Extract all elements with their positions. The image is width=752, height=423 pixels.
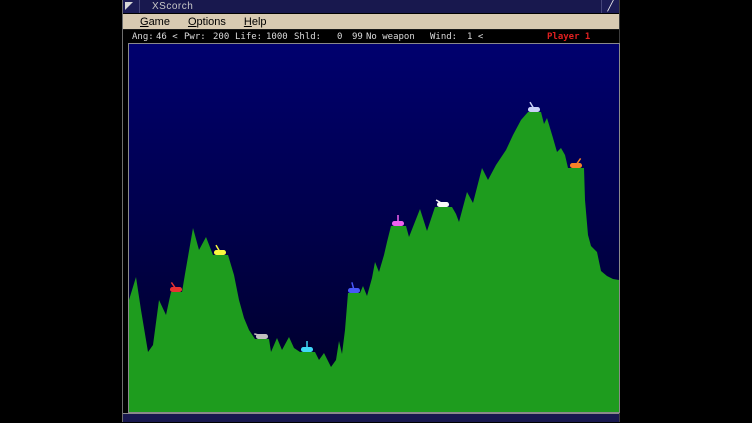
menu-help[interactable]: Help [235,14,276,30]
menubar: Game Options Help [123,14,619,30]
terrain-canvas [129,44,619,412]
tank-blue [348,282,360,293]
tank-orange [570,158,582,168]
angle-label: Ang: [132,32,154,42]
shield-label: Shld: [294,32,321,42]
tank-body [256,334,268,339]
menu-help-mnemonic: H [244,16,252,28]
tank-body [301,347,313,352]
tank-body [392,221,404,226]
tank-body [170,287,182,292]
power-label: Pwr: [184,32,206,42]
window-resize-button[interactable]: ╱ [601,0,619,13]
desktop-background: XScorch ╱ Game Options Help Ang: 46 < Pw… [0,0,752,423]
tank-body [348,288,360,293]
tank-body [570,163,582,168]
resize-icon: ╱ [607,1,613,12]
terrain-polygon [129,112,619,412]
life-label: Life: [235,32,262,42]
tank-body [528,107,540,112]
angle-value: 46 < [156,32,178,42]
tank-white [436,200,449,207]
window-bottom-frame[interactable] [123,413,619,422]
power-value: 200 [213,32,229,42]
tank-cyan [301,341,313,352]
life-value: 1000 [266,32,288,42]
tank-lavender [528,102,540,112]
window-menu-icon [125,2,133,10]
window-titlebar[interactable]: XScorch ╱ [123,0,619,14]
tank-yellow [214,245,226,255]
shield-value: 0 [337,32,342,42]
menu-options[interactable]: Options [179,14,235,30]
menu-game-label: ame [149,16,170,28]
menu-options-mnemonic: O [188,16,197,28]
tank-body [437,202,449,207]
statusbar: Ang: 46 < Pwr: 200 Life: 1000 Shld: 0 99… [123,30,619,43]
weapon-name: No weapon [366,32,415,42]
wind-value: 1 < [467,32,483,42]
window-title: XScorch [140,0,601,13]
tank-magenta [392,215,404,226]
weapon-count: 99 [352,32,363,42]
menu-game-mnemonic: G [140,16,149,28]
tank-red [170,282,182,292]
menu-help-label: elp [252,16,267,28]
menu-options-label: ptions [197,16,226,28]
wind-label: Wind: [430,32,457,42]
current-player-badge: Player 1 [547,32,590,42]
window-menu-button[interactable] [123,0,140,13]
tank-gray [254,334,268,339]
xscorch-window: XScorch ╱ Game Options Help Ang: 46 < Pw… [122,0,620,422]
menu-game[interactable]: Game [131,14,179,30]
tank-body [214,250,226,255]
game-playfield[interactable] [128,43,620,413]
